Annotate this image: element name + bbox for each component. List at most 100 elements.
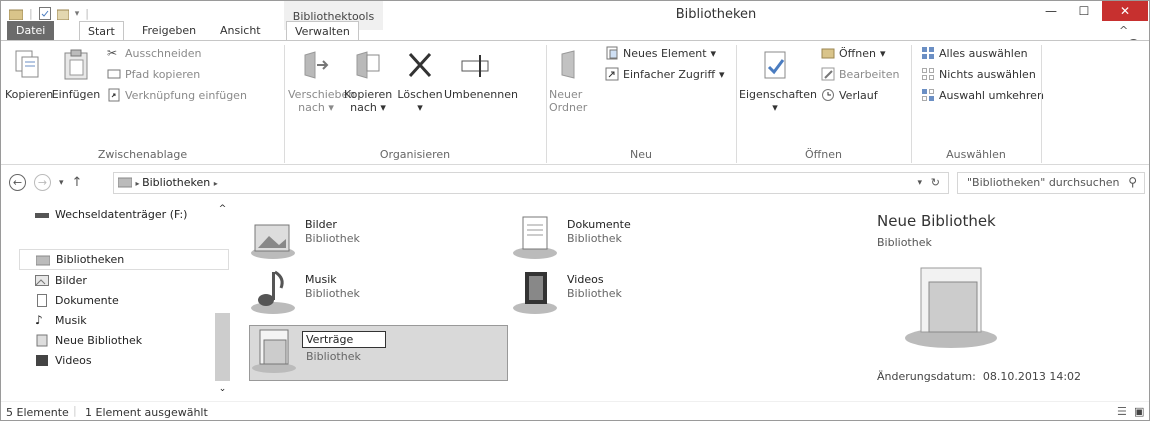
delete-label: Löschen: [397, 88, 443, 101]
scroll-thumb[interactable]: [215, 313, 230, 381]
copy-path-label: Pfad kopieren: [125, 67, 201, 81]
paste-shortcut-label: Verknüpfung einfügen: [125, 88, 247, 102]
forward-icon[interactable]: →: [34, 174, 51, 191]
delete-dropdown-icon: ▾: [417, 101, 423, 114]
new-item-button[interactable]: Neues Element ▾: [605, 46, 716, 60]
copy-button[interactable]: Kopieren: [5, 49, 53, 101]
cut-label: Ausschneiden: [125, 46, 202, 60]
move-to-icon: [304, 51, 329, 79]
rename-button[interactable]: Umbenennen: [444, 49, 518, 101]
ribbon: Kopieren Einfügen ✂ Ausschneiden Pfad kop…: [1, 40, 1149, 165]
history-button[interactable]: Verlauf: [821, 88, 878, 102]
copy-to-icon: [356, 51, 380, 79]
library-name: Videos: [567, 273, 604, 286]
library-bilder[interactable]: Bilder Bibliothek: [249, 213, 519, 265]
minimize-button[interactable]: —: [1036, 1, 1066, 21]
recent-locations-icon[interactable]: ▾: [59, 178, 64, 188]
paste-shortcut-button[interactable]: Verknüpfung einfügen: [107, 88, 247, 102]
maximize-icon: ☐: [1078, 4, 1090, 18]
close-button[interactable]: ✕: [1102, 1, 1148, 21]
up-icon[interactable]: ↑: [72, 175, 83, 190]
open-button[interactable]: Öffnen ▾: [821, 46, 885, 60]
library-icon-large: [252, 329, 296, 373]
details-type: Bibliothek: [877, 236, 932, 249]
paste-button[interactable]: Einfügen: [51, 49, 101, 101]
pictures-icon: [35, 275, 49, 286]
address-bar-row: ← → ▾ ↑ ▸ Bibliotheken ▸ ▾ ↻ "Bibliothek…: [1, 168, 1149, 198]
move-to-label-1: Verschieben: [288, 88, 356, 101]
nav-removable-label: Wechseldatenträger (F:): [55, 208, 188, 221]
refresh-icon[interactable]: ↻: [931, 173, 940, 193]
copy-to-button[interactable]: Kopieren nach ▾: [344, 49, 392, 114]
scroll-down-icon[interactable]: ⌄: [215, 384, 230, 394]
library-dokumente[interactable]: Dokumente Bibliothek: [511, 213, 781, 265]
group-label-open: Öffnen: [805, 148, 842, 161]
copy-path-button[interactable]: Pfad kopieren: [107, 67, 200, 81]
nav-scrollbar[interactable]: ^ ⌄: [215, 204, 230, 399]
scroll-up-icon[interactable]: ^: [215, 204, 230, 214]
address-dropdown-icon[interactable]: ▾: [917, 173, 922, 193]
close-icon: ✕: [1119, 4, 1131, 18]
ribbon-separator: [284, 45, 285, 163]
library-name: Dokumente: [567, 218, 631, 231]
copy-icon: [15, 50, 39, 78]
scissors-icon: ✂: [107, 46, 118, 60]
group-label-organize: Organisieren: [379, 148, 451, 161]
search-input[interactable]: "Bibliotheken" durchsuchen ⚲: [957, 172, 1145, 194]
select-all-button[interactable]: Alles auswählen: [921, 46, 1028, 60]
rename-input[interactable]: Verträge: [302, 331, 386, 348]
status-separator: |: [73, 404, 77, 417]
tab-start[interactable]: Start: [79, 21, 124, 41]
nav-item-dokumente[interactable]: Dokumente: [35, 294, 119, 307]
navigation-pane: Wechseldatenträger (F:) Bibliotheken Bil…: [1, 204, 237, 399]
library-vertraege-selected[interactable]: Verträge Bibliothek: [249, 325, 508, 381]
tab-ansicht[interactable]: Ansicht: [212, 21, 269, 40]
select-none-label: Nichts auswählen: [939, 67, 1036, 81]
library-name: Musik: [305, 273, 337, 286]
tab-freigeben[interactable]: Freigeben: [134, 21, 204, 40]
breadcrumb-bibliotheken[interactable]: Bibliotheken: [142, 176, 210, 189]
invert-selection-button[interactable]: Auswahl umkehren: [921, 88, 1044, 102]
details-view-icon[interactable]: ☰: [1117, 405, 1127, 418]
ribbon-separator-3: [736, 45, 737, 163]
nav-item-bilder[interactable]: Bilder: [35, 274, 87, 287]
tab-verwalten[interactable]: Verwalten: [286, 21, 359, 41]
new-folder-button[interactable]: Neuer Ordner: [549, 49, 589, 114]
address-box[interactable]: ▸ Bibliotheken ▸ ▾ ↻: [113, 172, 949, 194]
library-musik[interactable]: Musik Bibliothek: [249, 268, 519, 320]
large-icons-view-icon[interactable]: ▣: [1134, 405, 1144, 418]
easy-access-button[interactable]: Einfacher Zugriff ▾: [605, 67, 725, 81]
nav-item-videos[interactable]: Videos: [35, 354, 92, 367]
edit-icon: [821, 67, 835, 81]
new-item-icon: [606, 46, 618, 60]
ribbon-separator-4: [911, 45, 912, 163]
copy-to-dropdown-icon: ▾: [380, 101, 386, 114]
cut-button[interactable]: ✂ Ausschneiden: [107, 46, 202, 60]
collapse-ribbon-icon[interactable]: ^: [1119, 24, 1128, 37]
library-preview-icon: [905, 267, 997, 348]
nav-item-musik[interactable]: ♪ Musik: [35, 314, 87, 328]
move-to-button[interactable]: Verschieben nach ▾: [288, 49, 356, 114]
paste-icon: [64, 49, 88, 80]
maximize-button[interactable]: ☐: [1069, 1, 1099, 21]
library-videos[interactable]: Videos Bibliothek: [511, 268, 781, 320]
nav-removable-drive[interactable]: Wechseldatenträger (F:): [35, 208, 187, 221]
nav-item-label: Musik: [55, 314, 87, 327]
properties-button[interactable]: Eigenschaften ▾: [739, 49, 817, 114]
search-icon[interactable]: ⚲: [1128, 172, 1137, 192]
edit-button[interactable]: Bearbeiten: [821, 67, 899, 81]
copy-to-label-2: nach: [350, 101, 377, 114]
open-icon: [821, 48, 835, 59]
select-none-button[interactable]: Nichts auswählen: [921, 67, 1036, 81]
properties-icon-large: [764, 51, 786, 79]
nav-item-neue-bibliothek[interactable]: Neue Bibliothek: [35, 334, 142, 347]
new-item-dropdown-icon: ▾: [710, 46, 717, 60]
properties-dropdown-icon: ▾: [772, 101, 778, 114]
easy-access-icon: [605, 67, 619, 81]
tab-datei[interactable]: Datei: [7, 21, 55, 40]
nav-libraries[interactable]: Bibliotheken: [19, 249, 229, 270]
open-label: Öffnen: [839, 46, 876, 60]
delete-button[interactable]: Löschen ▾: [396, 49, 444, 114]
back-icon[interactable]: ←: [9, 174, 26, 191]
nav-libraries-label: Bibliotheken: [56, 253, 125, 266]
